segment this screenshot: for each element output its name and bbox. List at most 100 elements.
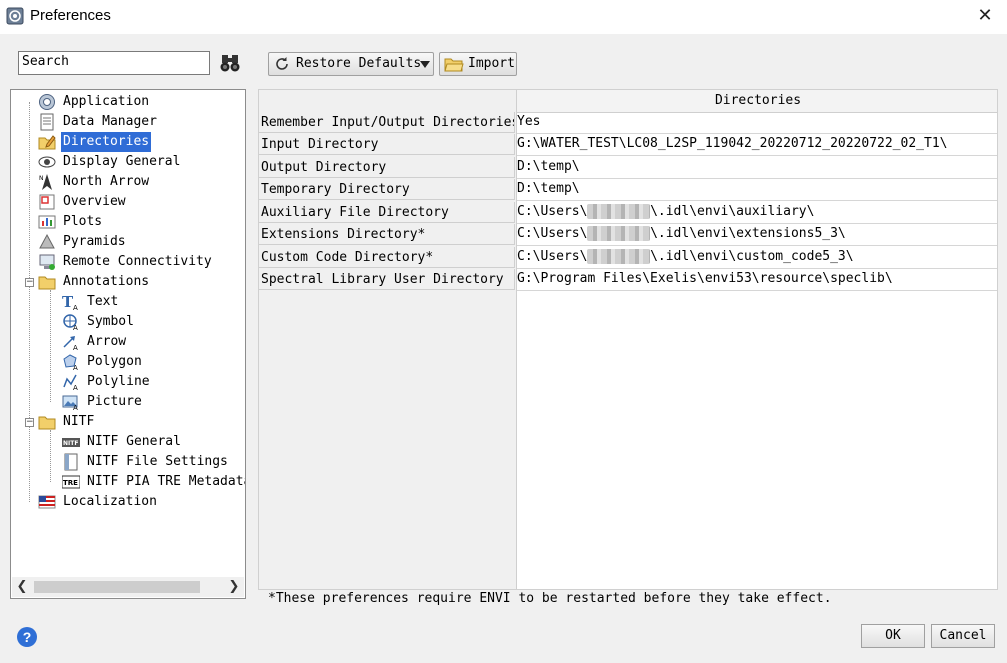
overview-icon bbox=[39, 194, 55, 210]
tree-item-label: Text bbox=[87, 294, 119, 309]
scroll-thumb[interactable] bbox=[34, 581, 200, 593]
value-prefix: C:\Users\ bbox=[517, 204, 588, 219]
svg-text:A: A bbox=[73, 364, 78, 371]
column-header: Directories bbox=[517, 90, 997, 113]
row-name: Temporary Directory bbox=[259, 179, 515, 200]
tree-item-label: Data Manager bbox=[63, 114, 157, 129]
row-value[interactable]: G:\WATER_TEST\LC08_L2SP_119042_20220712_… bbox=[517, 134, 997, 156]
tree-item-label: Pyramids bbox=[63, 234, 126, 249]
import-button[interactable]: Import bbox=[439, 52, 517, 76]
directories-icon bbox=[38, 135, 56, 150]
scroll-right-icon[interactable]: ❯ bbox=[224, 577, 244, 597]
row-name: Remember Input/Output Directories bbox=[259, 112, 515, 133]
scroll-left-icon[interactable]: ❮ bbox=[12, 577, 32, 597]
row-value[interactable]: C:\Users\xxxxxxxx\.idl\envi\custom_code5… bbox=[517, 247, 997, 269]
polygon-annotation-icon: A bbox=[63, 354, 78, 371]
import-label: Import bbox=[468, 56, 515, 71]
tree-item-label: NITF File Settings bbox=[87, 454, 228, 469]
preferences-tree[interactable]: Application Data Manager Directories Dis… bbox=[10, 89, 246, 599]
table-row[interactable]: Remember Input/Output Directories Yes bbox=[259, 112, 997, 134]
table-row[interactable]: Temporary Directory D:\temp\ bbox=[259, 179, 997, 201]
chevron-down-icon[interactable] bbox=[420, 61, 430, 68]
tree-item-label: Remote Connectivity bbox=[63, 254, 212, 269]
row-value[interactable]: D:\temp\ bbox=[517, 157, 997, 179]
tree-item-label: Directories bbox=[61, 132, 152, 152]
tree-item-label: NITF General bbox=[87, 434, 181, 449]
value-suffix: \.idl\envi\auxiliary\ bbox=[650, 204, 815, 219]
title-bar: Preferences ✕ bbox=[0, 0, 1007, 34]
redacted-username: xxxxxxxx bbox=[587, 249, 651, 264]
row-value[interactable]: Yes bbox=[517, 112, 997, 134]
table-row[interactable]: Auxiliary File Directory C:\Users\xxxxxx… bbox=[259, 202, 997, 224]
picture-annotation-icon: A bbox=[62, 395, 78, 411]
tre-icon: TRE bbox=[62, 475, 80, 489]
binoculars-icon[interactable] bbox=[219, 52, 241, 74]
row-name: Input Directory bbox=[259, 134, 515, 155]
tree-item-label: Arrow bbox=[87, 334, 127, 349]
table-row[interactable]: Extensions Directory* C:\Users\xxxxxxxx\… bbox=[259, 224, 997, 246]
tree-connector bbox=[50, 430, 51, 482]
value-suffix: \.idl\envi\extensions5_3\ bbox=[650, 226, 846, 241]
tree-item-label: Localization bbox=[63, 494, 157, 509]
directories-table: Directories Remember Input/Output Direct… bbox=[258, 89, 998, 590]
folder-open-icon bbox=[444, 58, 464, 72]
svg-text:A: A bbox=[73, 324, 78, 331]
refresh-icon bbox=[276, 57, 288, 70]
redacted-username: xxxxxxxx bbox=[587, 204, 651, 219]
svg-text:N: N bbox=[39, 175, 44, 182]
help-icon[interactable]: ? bbox=[17, 627, 37, 647]
table-row[interactable]: Custom Code Directory* C:\Users\xxxxxxxx… bbox=[259, 247, 997, 269]
value-suffix: \.idl\envi\custom_code5_3\ bbox=[650, 249, 854, 264]
envi-app-icon bbox=[6, 7, 24, 25]
tree-item-label: Overview bbox=[63, 194, 126, 209]
nitf-icon: NITF bbox=[62, 438, 80, 447]
row-name: Spectral Library User Directory bbox=[259, 269, 515, 290]
remote-icon bbox=[39, 254, 55, 270]
row-value[interactable]: D:\temp\ bbox=[517, 179, 997, 201]
polyline-annotation-icon: A bbox=[63, 374, 78, 391]
symbol-annotation-icon: A bbox=[63, 314, 78, 331]
row-value[interactable]: G:\Program Files\Exelis\envi53\resource\… bbox=[517, 269, 997, 291]
text-annotation-icon: TA bbox=[62, 293, 78, 311]
window-title: Preferences bbox=[30, 7, 111, 24]
search-input[interactable]: Search bbox=[18, 51, 210, 75]
collapse-toggle[interactable]: − bbox=[25, 278, 34, 287]
close-icon[interactable]: ✕ bbox=[972, 3, 998, 29]
tree-item-label: North Arrow bbox=[63, 174, 150, 189]
tree-item-label: Annotations bbox=[63, 274, 150, 289]
collapse-toggle[interactable]: − bbox=[25, 418, 34, 427]
row-value[interactable]: C:\Users\xxxxxxxx\.idl\envi\extensions5_… bbox=[517, 224, 997, 246]
cancel-button[interactable]: Cancel bbox=[931, 624, 995, 648]
tree-connector bbox=[29, 102, 30, 502]
svg-text:A: A bbox=[73, 384, 78, 391]
svg-text:A: A bbox=[73, 304, 78, 311]
value-prefix: C:\Users\ bbox=[517, 249, 588, 264]
north-arrow-icon: N bbox=[39, 174, 52, 190]
ok-button[interactable]: OK bbox=[861, 624, 925, 648]
row-name: Custom Code Directory* bbox=[259, 247, 515, 268]
row-value[interactable]: C:\Users\xxxxxxxx\.idl\envi\auxiliary\ bbox=[517, 202, 997, 224]
tree-item-label: Polyline bbox=[87, 374, 150, 389]
folder-icon bbox=[38, 416, 56, 430]
row-name: Auxiliary File Directory bbox=[259, 202, 515, 223]
table-row[interactable]: Output Directory D:\temp\ bbox=[259, 157, 997, 179]
tree-horizontal-scrollbar[interactable]: ❮ ❯ bbox=[12, 577, 244, 597]
redacted-username: xxxxxxxx bbox=[587, 226, 651, 241]
svg-text:NITF: NITF bbox=[63, 440, 78, 447]
svg-text:A: A bbox=[73, 344, 78, 351]
restore-defaults-button[interactable]: Restore Defaults bbox=[268, 52, 434, 76]
svg-text:A: A bbox=[73, 404, 78, 411]
tree-item-label: NITF PIA TRE Metadata bbox=[87, 474, 246, 489]
application-icon bbox=[39, 94, 55, 110]
plots-icon bbox=[38, 215, 56, 229]
tree-item-label: Application bbox=[63, 94, 150, 109]
nitf-file-icon bbox=[64, 453, 78, 471]
pyramid-icon bbox=[39, 233, 55, 249]
tree-item-label: Symbol bbox=[87, 314, 134, 329]
value-prefix: C:\Users\ bbox=[517, 226, 588, 241]
table-row[interactable]: Input Directory G:\WATER_TEST\LC08_L2SP_… bbox=[259, 134, 997, 156]
folder-icon bbox=[38, 276, 56, 290]
restart-note: *These preferences require ENVI to be re… bbox=[268, 591, 832, 606]
arrow-annotation-icon: A bbox=[63, 336, 78, 351]
table-row[interactable]: Spectral Library User Directory G:\Progr… bbox=[259, 269, 997, 291]
